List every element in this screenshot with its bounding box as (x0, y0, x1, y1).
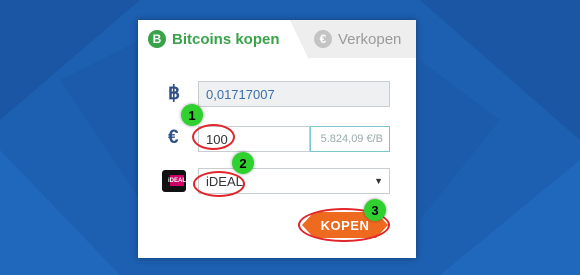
trade-widget: B Bitcoins kopen € Verkopen ฿ 0,01717007… (138, 20, 416, 258)
ideal-logo-icon: iDEAL (162, 170, 186, 192)
tab-sell-label: Verkopen (338, 30, 402, 48)
ideal-logo-text: iDEAL (168, 175, 186, 186)
step-marker-1: 1 (181, 104, 203, 126)
euro-symbol-icon: € (168, 127, 179, 148)
caret-down-icon: ▼ (374, 176, 383, 186)
step-marker-2: 2 (232, 152, 254, 174)
exchange-rate: 5.824,09 €/B (310, 126, 390, 152)
bitcoin-symbol-icon: ฿ (168, 83, 181, 104)
tab-sell[interactable]: € Verkopen (290, 20, 416, 58)
payment-method-select[interactable]: iDEAL ▼ (198, 168, 390, 194)
euro-coin-icon: € (314, 30, 332, 48)
tab-buy-label: Bitcoins kopen (172, 30, 280, 48)
eur-amount-value: 100 (206, 131, 228, 147)
tab-buy-bitcoins[interactable]: B Bitcoins kopen (138, 20, 290, 58)
bitcoin-icon: B (148, 30, 166, 48)
eur-amount-input[interactable]: 100 (198, 126, 310, 152)
btc-amount-field[interactable]: 0,01717007 (198, 81, 390, 107)
step-marker-3: 3 (364, 199, 386, 221)
payment-method-value: iDEAL (206, 173, 243, 189)
